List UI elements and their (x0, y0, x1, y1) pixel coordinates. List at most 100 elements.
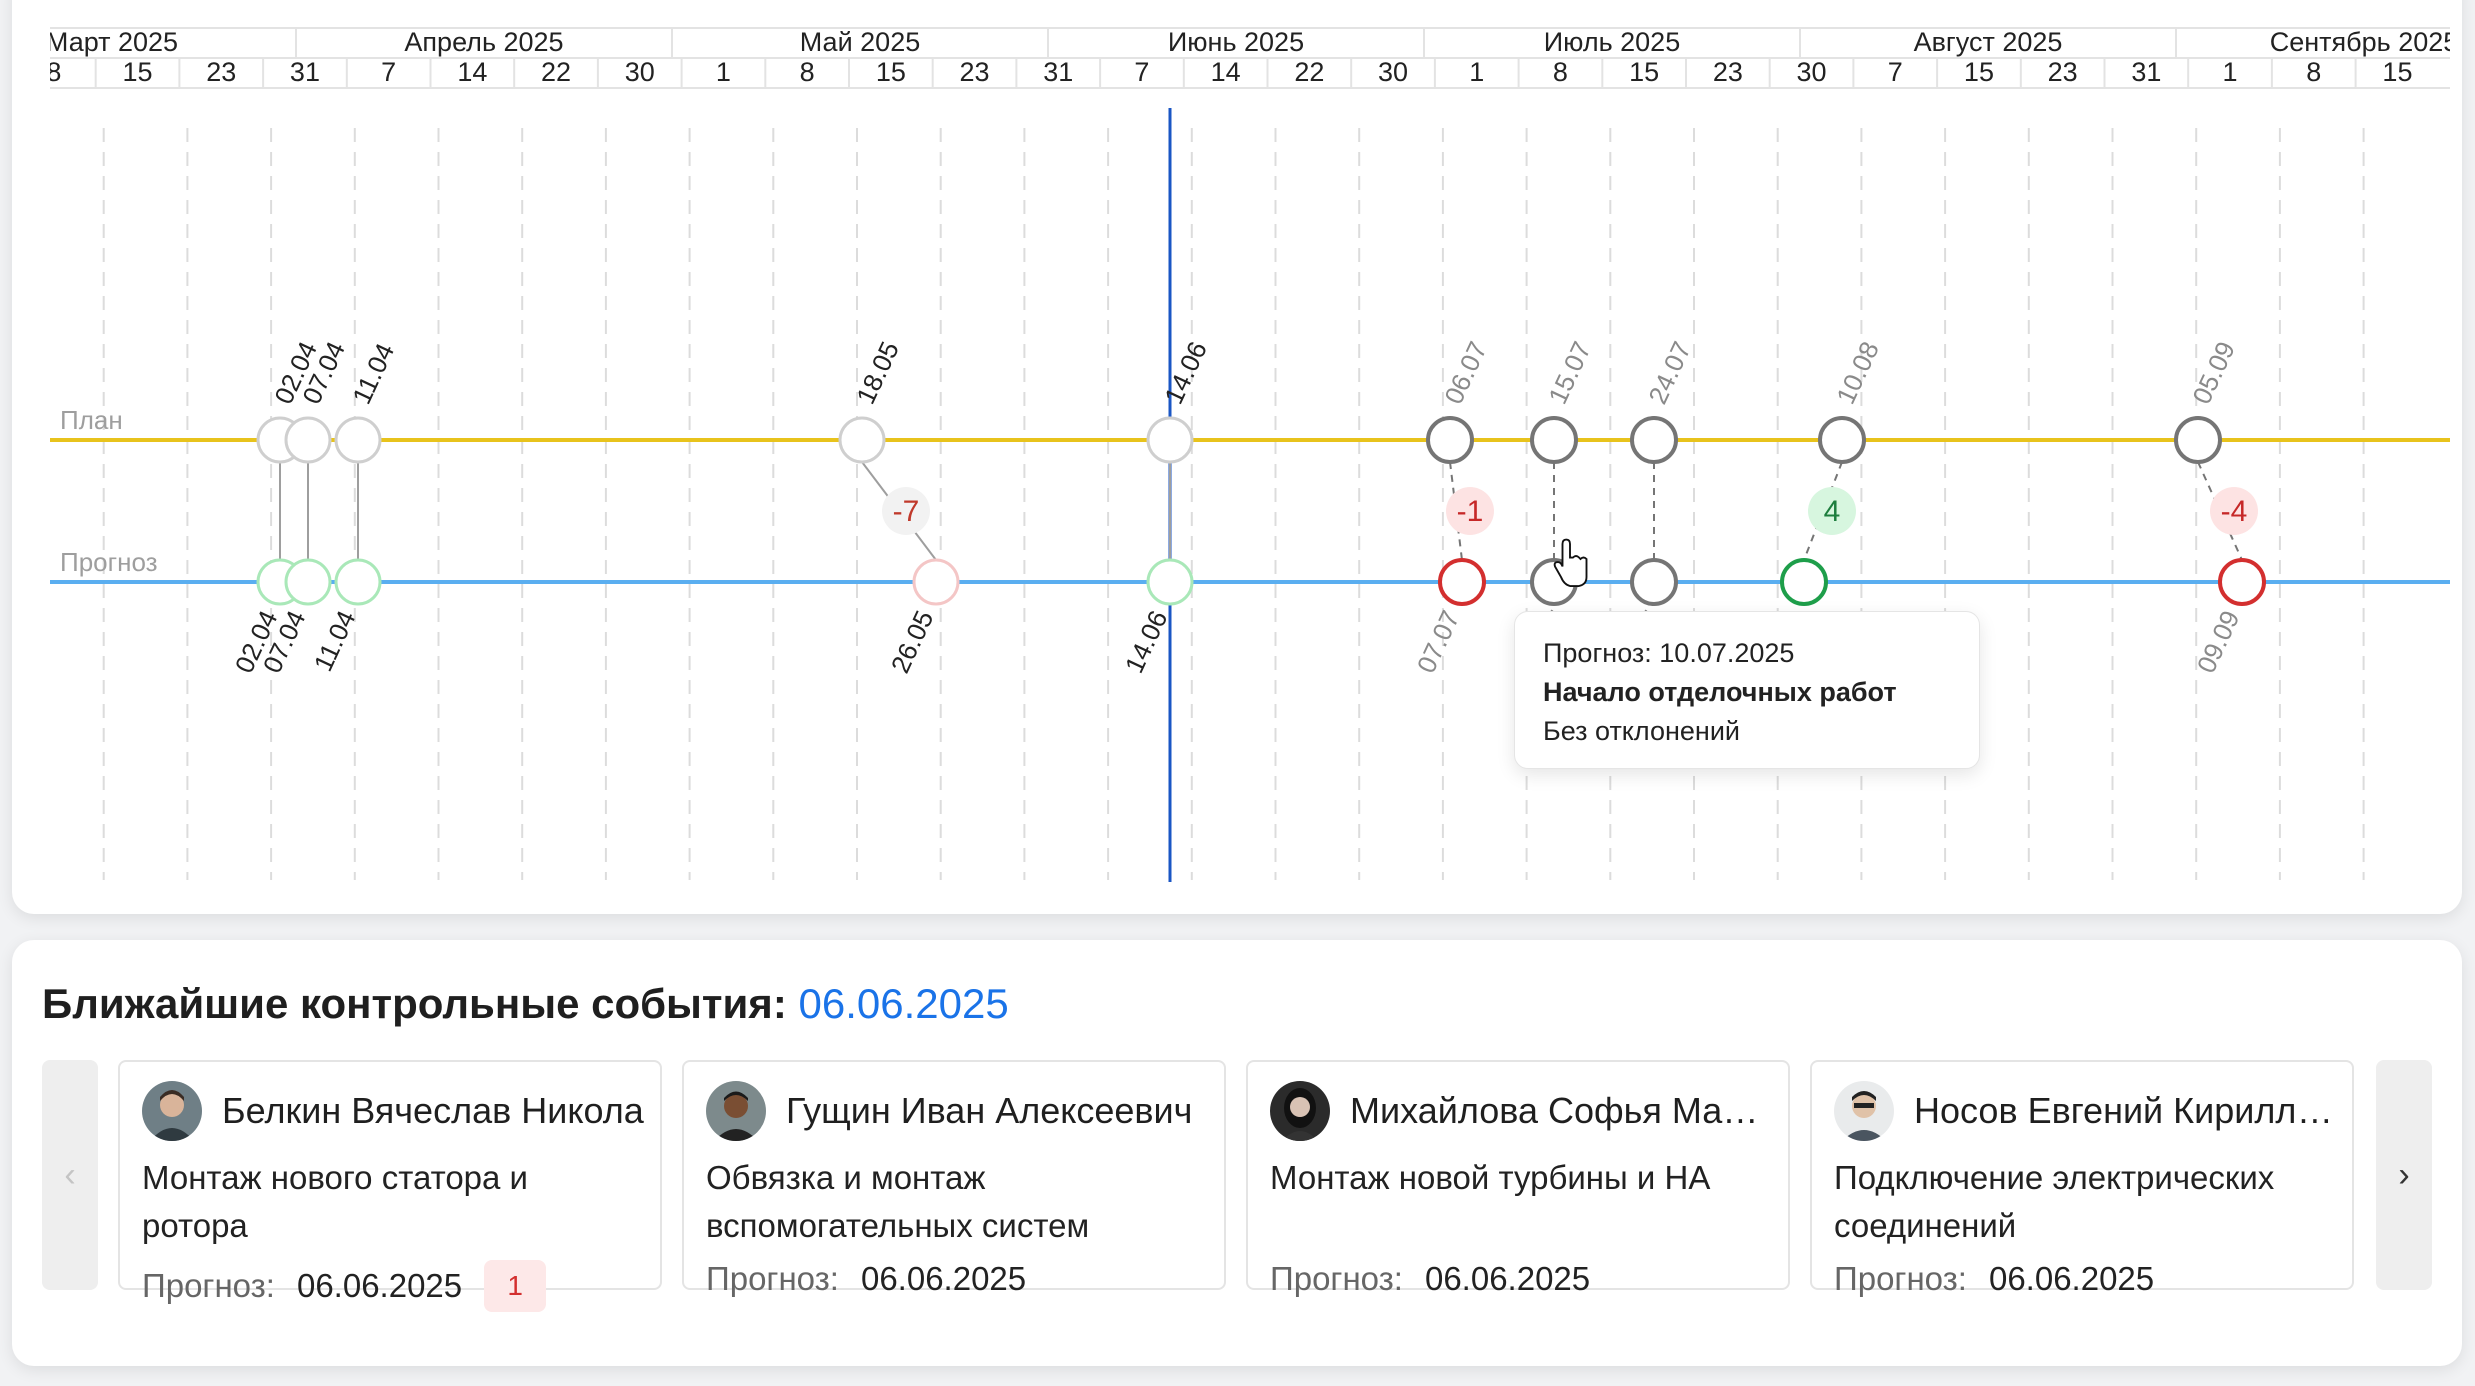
plan-milestone (284, 416, 332, 464)
plan-milestone (1818, 416, 1866, 464)
event-forecast-date: 06.06.2025 (296, 1267, 463, 1304)
forecast-milestone (334, 558, 382, 606)
forecast-milestone (1630, 558, 1678, 606)
event-task: Монтаж новой турбины и НА (1270, 1159, 1711, 1196)
forecast-row-label: Прогноз (60, 547, 158, 577)
forecast-milestone-date: 09.09 (2191, 606, 2246, 678)
forecast-milestone-date: 14.06 (1119, 606, 1174, 678)
event-card[interactable]: Белкин Вячеслав Никола Монтаж нового ста… (118, 1060, 662, 1312)
plan-milestone (334, 416, 382, 464)
week-day-label: 1 (2223, 57, 2238, 87)
plan-milestone-date: 15.07 (1542, 337, 1597, 409)
avatar (142, 1081, 202, 1141)
plan-milestone-date: 24.07 (1642, 337, 1697, 409)
week-day-label: 23 (206, 57, 236, 87)
forecast-milestone (2218, 558, 2266, 606)
event-forecast-date: 06.06.2025 (1424, 1260, 1591, 1297)
week-day-label: 1 (716, 57, 731, 87)
week-day-label: 30 (625, 57, 655, 87)
plan-milestone (1530, 416, 1578, 464)
chevron-right-icon: › (2398, 1155, 2410, 1194)
event-forecast-label: Прогноз: (142, 1267, 275, 1304)
event-forecast-date: 06.06.2025 (1988, 1260, 2155, 1297)
plan-milestone-date: 05.09 (2186, 337, 2241, 409)
event-owner-name: Гущин Иван Алексеевич (786, 1090, 1193, 1131)
forecast-milestone-date: 26.05 (885, 606, 940, 678)
month-label: Сентябрь 2025 (2270, 27, 2459, 57)
week-day-label: 31 (2131, 57, 2161, 87)
event-task: Подключение электрических соединений (1834, 1159, 2275, 1244)
forecast-milestone (284, 558, 332, 606)
event-forecast-label: Прогноз: (1270, 1260, 1403, 1297)
week-day-label: 15 (123, 57, 153, 87)
event-task: Обвязка и монтаж вспомогательных систем (706, 1159, 1090, 1244)
month-label: Июль 2025 (1544, 27, 1680, 57)
deviation-badge-value: -4 (2221, 495, 2248, 528)
plan-row-label: План (60, 405, 123, 435)
week-day-label: 15 (1629, 57, 1659, 87)
forecast-milestone (1438, 558, 1486, 606)
prev-button[interactable]: ‹ (42, 1060, 98, 1290)
week-day-label: 30 (1797, 57, 1827, 87)
events-title-text: Ближайшие контрольные события: (42, 980, 787, 1027)
chevron-left-icon: ‹ (64, 1155, 76, 1194)
deviation-badge: 1 (484, 1260, 547, 1312)
week-day-label: 15 (876, 57, 906, 87)
month-label: Март 2025 (46, 27, 178, 57)
plan-milestone-date: 14.06 (1158, 337, 1213, 409)
avatar (706, 1081, 766, 1141)
week-day-label: 14 (1211, 57, 1241, 87)
plan-milestone (1426, 416, 1474, 464)
avatar (1270, 1081, 1330, 1141)
plan-milestone (838, 416, 886, 464)
deviation-badge-value: 4 (1824, 495, 1841, 528)
event-owner-name: Михайлова Софья Марковна (1350, 1090, 1774, 1131)
week-day-label: 8 (2306, 57, 2321, 87)
week-day-label: 14 (457, 57, 487, 87)
month-label: Август 2025 (1914, 27, 2063, 57)
week-day-label: 15 (1964, 57, 1994, 87)
deviation-badge-value: -7 (893, 495, 920, 528)
forecast-milestone (1146, 558, 1194, 606)
week-day-label: 22 (1294, 57, 1324, 87)
month-label: Май 2025 (800, 27, 920, 57)
events-title: Ближайшие контрольные события: 06.06.202… (42, 980, 1009, 1028)
week-day-label: 15 (2382, 57, 2412, 87)
week-day-label: 23 (1713, 57, 1743, 87)
week-day-label: 8 (46, 57, 61, 87)
events-title-date: 06.06.2025 (798, 980, 1009, 1027)
plan-milestone-date: 18.05 (850, 337, 905, 409)
event-card[interactable]: Михайлова Софья Марковна Монтаж новой ту… (1246, 1060, 1790, 1297)
tooltip-status: Без отклонений (1543, 716, 1741, 746)
deviation-badge-value: -1 (1457, 495, 1484, 528)
forecast-milestone (912, 558, 960, 606)
timeline-card: Март 2025 Апрель 2025 Май 2025 Июнь 2025 Июл… (12, 0, 2462, 914)
plan-milestone-date: 10.08 (1830, 337, 1885, 409)
forecast-milestone (1780, 558, 1828, 606)
forecast-milestone-date: 07.07 (1411, 606, 1466, 678)
next-button[interactable]: › (2376, 1060, 2432, 1290)
event-card[interactable]: Гущин Иван Алексеевич Обвязка и монтаж в… (682, 1060, 1226, 1297)
upcoming-events-card: Ближайшие контрольные события: 06.06.202… (12, 940, 2462, 1366)
tooltip-forecast: Прогноз: 10.07.2025 (1543, 638, 1795, 668)
event-task: Монтаж нового статора и ротора (142, 1159, 528, 1244)
avatar (1834, 1081, 1894, 1141)
plan-milestone (1630, 416, 1678, 464)
week-day-label: 8 (1553, 57, 1568, 87)
tooltip-title: Начало отделочных работ (1543, 677, 1897, 707)
week-day-label: 1 (1469, 57, 1484, 87)
plan-milestone-date: 06.07 (1438, 337, 1493, 409)
milestone-tooltip: Прогноз: 10.07.2025 Начало отделочных ра… (1514, 611, 1980, 769)
week-day-label: 22 (541, 57, 571, 87)
event-card[interactable]: Носов Евгений Кириллович Подключение эле… (1810, 1060, 2354, 1297)
event-owner-name: Белкин Вячеслав Никола (222, 1090, 644, 1131)
week-day-label: 30 (1378, 57, 1408, 87)
month-label: Июнь 2025 (1168, 27, 1304, 57)
event-forecast-label: Прогноз: (706, 1260, 839, 1297)
week-day-label: 31 (290, 57, 320, 87)
week-day-label: 23 (2048, 57, 2078, 87)
timeline-chart: Март 2025 Апрель 2025 Май 2025 Июнь 2025 Июл… (46, 27, 2459, 882)
event-forecast-label: Прогноз: (1834, 1260, 1967, 1297)
forecast-milestone-date: 11.04 (308, 606, 362, 676)
plan-milestone (1146, 416, 1194, 464)
